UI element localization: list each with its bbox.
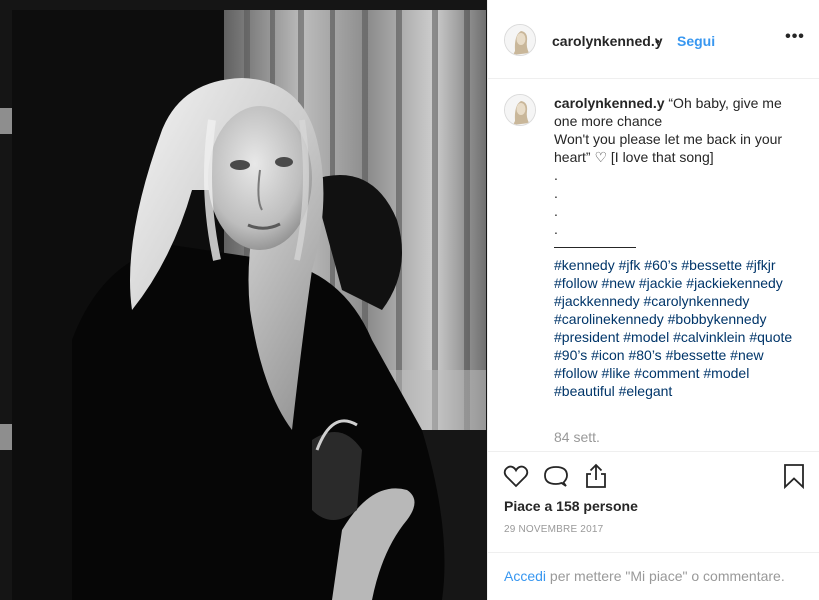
post-side-panel: carolynkenned.y • Segui ••• carolynkenne… [487,0,819,600]
post-caption: carolynkenned.y “Oh baby, give me one mo… [554,94,804,400]
heart-icon[interactable] [502,462,530,490]
post-photo-image [12,10,486,600]
header-username[interactable]: carolynkenned.y [552,33,663,49]
separator-dot: • [655,33,660,49]
post-date: 29 NOVEMBRE 2017 [504,524,604,535]
edge-marker [0,424,12,450]
more-options-icon[interactable]: ••• [785,28,805,52]
caption-line: . [554,167,558,183]
post-photo[interactable] [12,10,486,600]
share-icon[interactable] [582,462,610,490]
likes-count[interactable]: Piace a 158 persone [504,498,638,514]
avatar-image [505,25,535,55]
caption-line: . [554,185,558,201]
comment-icon[interactable] [542,462,570,490]
login-link[interactable]: Accedi [504,568,546,584]
caption-divider [554,238,636,248]
bookmark-icon[interactable] [780,462,808,490]
caption-username[interactable]: carolynkenned.y [554,95,665,111]
caption-line: . [554,203,558,219]
caption-hashtags[interactable]: #kennedy #jfk #60’s #bessette #jfkjr #fo… [554,256,804,400]
avatar-image [505,95,535,125]
post-header: carolynkenned.y • Segui ••• [488,0,819,79]
login-footer: Accedi per mettere "Mi piace" o commenta… [488,552,819,600]
login-prompt: Accedi per mettere "Mi piace" o commenta… [504,568,785,584]
login-prompt-text: per mettere "Mi piace" o commentare. [546,568,785,584]
post-actions: Piace a 158 persone 29 NOVEMBRE 2017 [488,451,819,563]
follow-button[interactable]: Segui [677,33,715,49]
comments-area[interactable]: carolynkenned.y “Oh baby, give me one mo… [488,80,819,451]
edge-marker [0,108,12,134]
caption-line: Won't you please let me back in your hea… [554,131,783,165]
avatar[interactable] [504,94,536,126]
avatar[interactable] [504,24,536,56]
caption-line: . [554,221,558,237]
post-age: 84 sett. [554,429,600,445]
